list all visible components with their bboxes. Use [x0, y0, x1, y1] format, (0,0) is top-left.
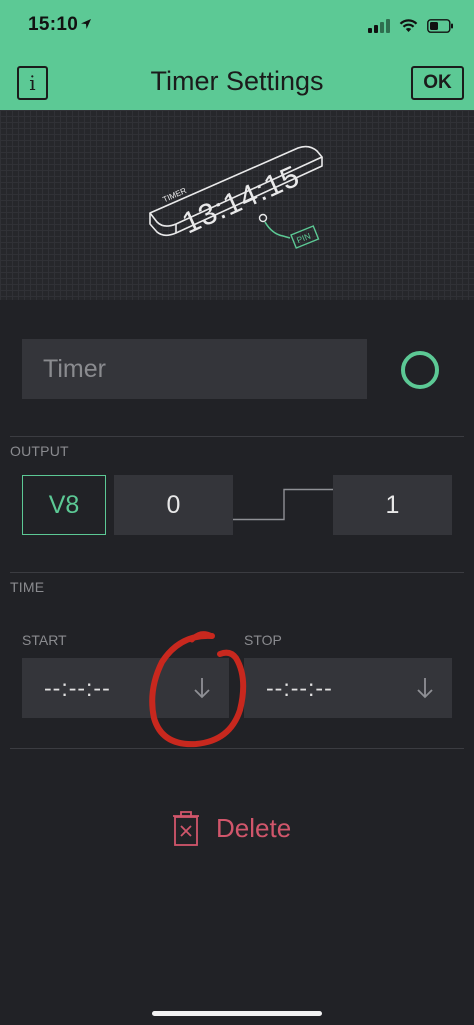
delete-button[interactable]: Delete: [170, 808, 291, 848]
output-section-label: OUTPUT: [10, 443, 69, 459]
divider: [10, 572, 464, 573]
output-pin-selector[interactable]: V8: [22, 475, 106, 535]
cellular-signal-icon: [368, 19, 390, 33]
divider: [10, 748, 464, 749]
arrow-down-icon: [417, 678, 433, 699]
home-indicator: [152, 1011, 322, 1016]
device-display-time: 13:14:15: [177, 159, 304, 240]
trash-icon: [173, 811, 199, 846]
status-indicators: [368, 17, 454, 35]
stop-time-value: --:--:--: [266, 674, 333, 701]
delete-label: Delete: [216, 812, 292, 843]
widget-color-picker[interactable]: [401, 351, 439, 389]
divider: [10, 436, 464, 437]
widget-name-input[interactable]: [22, 339, 367, 399]
status-time: 15:10: [28, 14, 79, 35]
start-time-value: --:--:--: [44, 674, 111, 701]
stop-time-picker[interactable]: --:--:--: [244, 658, 452, 718]
page-title: Timer Settings: [150, 66, 324, 96]
output-max-value[interactable]: 1: [333, 475, 452, 535]
battery-icon: [427, 19, 453, 33]
annotation-circle: [149, 631, 247, 748]
timer-device-illustration: PIN TIMER 13:14:15: [149, 145, 323, 249]
wifi-icon: [399, 19, 418, 32]
start-label: START: [22, 632, 67, 648]
output-min-value[interactable]: 0: [114, 475, 233, 535]
location-arrow-icon: [81, 19, 91, 29]
value-range-connector: [233, 488, 333, 521]
widget-illustration: PIN TIMER 13:14:15: [0, 110, 474, 300]
time-section-label: TIME: [10, 579, 45, 595]
ok-button[interactable]: OK: [411, 66, 464, 100]
